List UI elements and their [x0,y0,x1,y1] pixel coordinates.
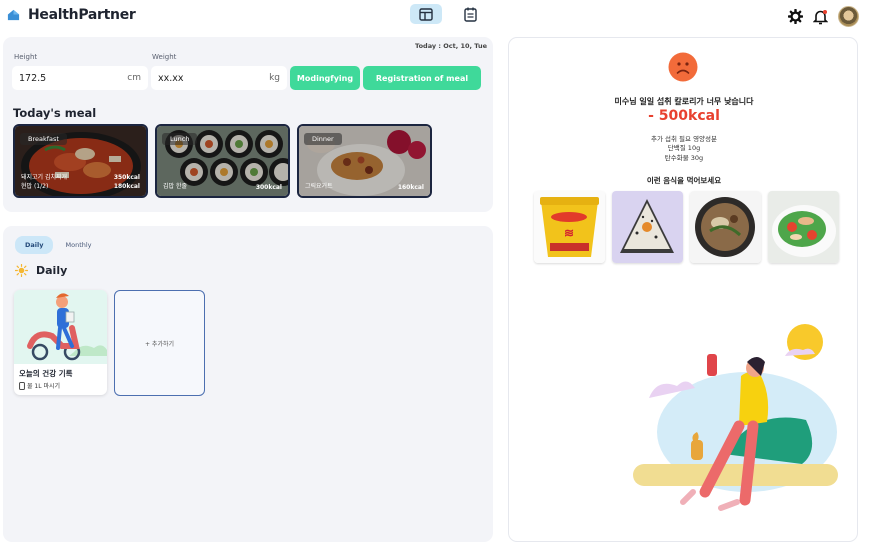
header-actions [788,6,859,27]
height-field[interactable]: 172.5 cm [12,66,148,90]
add-record-button[interactable]: + 추가하기 [114,290,205,396]
meal-desc: 돼지고기 김치찌개 현밥 (1/2) [21,174,67,191]
meal-food-1: 그릭요거트 [305,182,333,190]
height-label: Height [14,53,38,61]
meal-kcal-1: 160kcal [397,184,424,191]
weight-value: xx.xx [158,72,184,84]
meal-card-lunch[interactable]: Lunch 김밥 한줄 300kcal [155,124,290,198]
suggest-title: 이런 음식을 먹어보세요 [646,176,722,185]
svg-text:≋: ≋ [564,226,574,240]
todays-meal-title: Today's meal [13,106,97,120]
height-value: 172.5 [19,72,47,84]
sad-face-icon [668,52,698,82]
gear-icon[interactable] [788,9,803,24]
meal-food-2: 현밥 (1/2) [21,182,49,190]
nutrient-carbs: 탄수화물 30g [664,153,704,162]
record-tabs: Daily Monthly [15,236,102,254]
meal-tag: Dinner [304,133,342,145]
modify-button[interactable]: Modingfying [290,66,360,90]
layout-view-button[interactable] [410,4,442,24]
nutrient-protein: 단백질 10g [667,144,701,153]
nutrient-info: 추가 섭취 필요 영양성분 단백질 10g 탄수화물 30g [509,135,857,163]
meal-food-1: 김밥 한줄 [163,182,187,190]
body-info-card: Today : Oct, 10, Tue Height Weight 172.5… [3,37,493,212]
meal-tag: Breakfast [20,133,67,145]
view-toggle [410,4,486,24]
top-bar: HealthPartner [0,0,891,32]
daily-title: Daily [36,264,68,277]
bell-icon[interactable] [813,9,828,25]
nutrient-title: 추가 섭취 필요 영양성분 [651,135,717,143]
daily-heading: Daily [15,264,67,277]
relaxing-illustration [633,324,838,511]
advice-message: 미수님 일일 섭취 칼로리가 너무 낮습니다 [614,97,754,106]
avatar[interactable] [838,6,859,27]
record-subtitle: 물 1L 마시기 [27,383,61,390]
today-date: Today : Oct, 10, Tue [415,42,487,50]
meal-kcal-1: 300kcal [255,184,282,191]
cup-icon [19,381,25,390]
sun-icon [15,264,28,277]
record-title: 오늘의 건강 기록 [19,369,73,378]
meal-kcal-2: 180kcal [113,182,140,190]
record-illustration [14,290,107,364]
calendar-view-button[interactable] [454,4,486,24]
meal-food-1: 돼지고기 김치찌개 [21,174,68,182]
calorie-deficit: - 500kcal [648,108,720,124]
tab-daily[interactable]: Daily [15,236,54,254]
food-item-salad[interactable] [768,191,839,263]
tab-monthly[interactable]: Monthly [55,236,101,254]
food-item-soup[interactable] [690,191,761,263]
meal-card-dinner[interactable]: Dinner 그릭요거트 160kcal [297,124,432,198]
app-logo[interactable]: HealthPartner [6,7,136,23]
heart-icon [7,9,20,21]
health-record-card: Daily Monthly Daily 오늘의 건강 기록 물 1L 마시기 +… [3,226,493,542]
food-item-rice-ball[interactable] [612,191,683,263]
food-suggestions: ≋ [534,191,839,263]
advice-panel: 미수님 일일 섭취 칼로리가 너무 낮습니다 - 500kcal 추가 섭취 필… [508,37,858,542]
calendar-icon [463,7,477,22]
weight-label: Weight [152,53,177,61]
food-item-cup-noodle[interactable]: ≋ [534,191,605,263]
meal-kcal: 350kcal 180kcal [114,174,140,191]
weight-unit: kg [269,73,280,83]
health-record-item[interactable]: 오늘의 건강 기록 물 1L 마시기 [14,290,107,395]
register-meal-button[interactable]: Registration of meal [363,66,481,90]
height-unit: cm [127,73,141,83]
app-name: HealthPartner [28,7,136,23]
meal-tag: Lunch [162,133,198,145]
meal-card-breakfast[interactable]: Breakfast 돼지고기 김치찌개 현밥 (1/2) 350kcal 180… [13,124,148,198]
weight-field[interactable]: xx.xx kg [151,66,287,90]
record-subtitle-row: 물 1L 마시기 [19,381,60,390]
layout-icon [419,7,433,21]
meal-kcal-1: 350kcal [113,174,140,182]
